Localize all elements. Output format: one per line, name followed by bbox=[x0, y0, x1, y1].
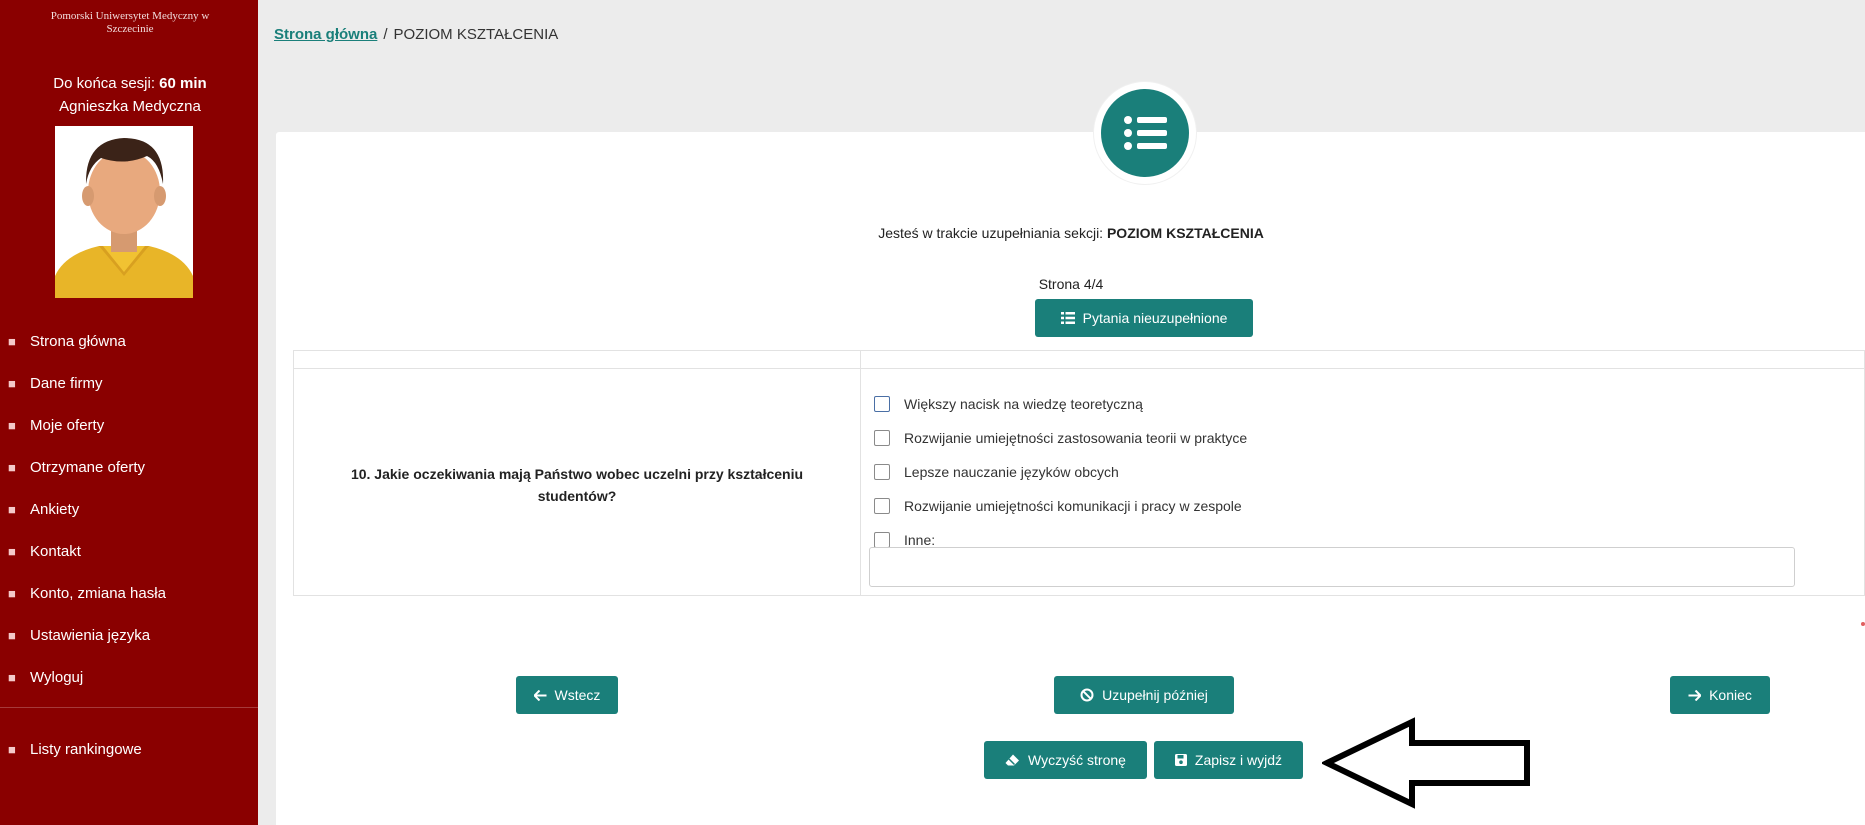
other-answer-input[interactable] bbox=[869, 547, 1795, 587]
offer-icon: ■ bbox=[8, 417, 16, 433]
list-icon bbox=[1101, 89, 1189, 177]
session-timer-label: Do końca sesji: bbox=[53, 75, 155, 92]
sidebar-item-label: Konto, zmiana hasła bbox=[30, 584, 166, 602]
save-exit-label: Zapisz i wyjdź bbox=[1194, 752, 1283, 768]
fill-later-label: Uzupełnij później bbox=[1102, 687, 1208, 703]
option-label: Większy nacisk na wiedzę teoretyczną bbox=[904, 396, 1143, 412]
sidebar-item-label: Listy rankingowe bbox=[30, 740, 142, 758]
checkbox[interactable] bbox=[874, 396, 890, 412]
sidebar-item-company[interactable]: ■ Dane firmy bbox=[0, 362, 258, 404]
required-marker bbox=[1861, 622, 1865, 626]
question-text: 10. Jakie oczekiwania mają Państwo wobec… bbox=[350, 466, 804, 504]
option-theory[interactable]: Większy nacisk na wiedzę teoretyczną bbox=[874, 387, 1247, 421]
breadcrumb-separator: / bbox=[383, 26, 388, 43]
option-communication[interactable]: Rozwijanie umiejętności komunikacji i pr… bbox=[874, 489, 1247, 523]
breadcrumb-home-link[interactable]: Strona główna bbox=[274, 26, 377, 43]
option-label: Lepsze nauczanie języków obcych bbox=[904, 464, 1119, 480]
clear-page-button[interactable]: Wyczyść stronę bbox=[984, 741, 1147, 779]
session-timer: Do końca sesji: 60 min bbox=[20, 72, 240, 95]
section-info: Jesteś w trakcie uzupełniania sekcji: PO… bbox=[276, 225, 1865, 241]
sidebar-item-surveys[interactable]: ■ Ankiety bbox=[0, 488, 258, 530]
option-label: Rozwijanie umiejętności komunikacji i pr… bbox=[904, 498, 1242, 514]
answer-options: Większy nacisk na wiedzę teoretyczną Roz… bbox=[874, 387, 1247, 557]
save-exit-button[interactable]: Zapisz i wyjdź bbox=[1154, 741, 1303, 779]
session-timer-unit: min bbox=[180, 75, 207, 92]
sidebar-divider bbox=[0, 707, 258, 708]
section-intro: Jesteś w trakcie uzupełniania sekcji: bbox=[878, 225, 1104, 241]
sidebar-item-label: Dane firmy bbox=[30, 374, 103, 392]
section-name: POZIOM KSZTAŁCENIA bbox=[1106, 225, 1264, 241]
option-practice[interactable]: Rozwijanie umiejętności zastosowania teo… bbox=[874, 421, 1247, 455]
sidebar-item-label: Ankiety bbox=[30, 500, 80, 518]
option-languages[interactable]: Lepsze nauczanie języków obcych bbox=[874, 455, 1247, 489]
fill-later-button[interactable]: Uzupełnij później bbox=[1054, 676, 1234, 714]
ranking-icon: ■ bbox=[8, 741, 16, 757]
sidebar-item-account[interactable]: ■ Konto, zmiana hasła bbox=[0, 572, 258, 614]
account-icon: ■ bbox=[8, 585, 16, 601]
sidebar-item-contact[interactable]: ■ Kontakt bbox=[0, 530, 258, 572]
back-button[interactable]: Wstecz bbox=[516, 676, 618, 714]
user-name: Agnieszka Medyczna bbox=[59, 98, 201, 115]
checkbox[interactable] bbox=[874, 464, 890, 480]
sidebar: Pomorski Uniwersytet Medyczny w Szczecin… bbox=[0, 0, 258, 825]
checkbox[interactable] bbox=[874, 532, 890, 548]
finish-button[interactable]: Koniec bbox=[1670, 676, 1770, 714]
back-button-label: Wstecz bbox=[554, 687, 601, 703]
inbox-icon: ■ bbox=[8, 459, 16, 475]
ban-icon bbox=[1080, 688, 1094, 702]
sidebar-item-rankings[interactable]: ■ Listy rankingowe bbox=[0, 728, 258, 770]
eraser-icon bbox=[1005, 754, 1020, 766]
question-table: 10. Jakie oczekiwania mają Państwo wobec… bbox=[293, 350, 1865, 596]
checkbox[interactable] bbox=[874, 498, 890, 514]
sidebar-item-label: Strona główna bbox=[30, 332, 126, 350]
clear-page-label: Wyczyść stronę bbox=[1028, 752, 1126, 768]
arrow-left-icon bbox=[533, 689, 547, 701]
table-header-row bbox=[294, 351, 1864, 369]
sidebar-item-label: Kontakt bbox=[30, 542, 81, 560]
sidebar-item-label: Wyloguj bbox=[30, 668, 84, 686]
pointer-arrow-icon bbox=[1322, 717, 1530, 809]
building-icon: ■ bbox=[8, 375, 16, 391]
arrow-right-icon bbox=[1688, 689, 1702, 701]
unanswered-questions-button[interactable]: Pytania nieuzupełnione bbox=[1035, 299, 1253, 337]
sidebar-menu: ■ Strona główna ■ Dane firmy ■ Moje oferty … bbox=[0, 320, 258, 698]
unanswered-questions-label: Pytania nieuzupełnione bbox=[1082, 310, 1228, 326]
session-info: Do końca sesji: 60 min Agnieszka Medyczn… bbox=[20, 72, 240, 118]
logout-icon: ■ bbox=[8, 669, 16, 685]
page-indicator: Strona 4/4 bbox=[1038, 276, 1104, 292]
list-icon bbox=[1060, 312, 1075, 324]
breadcrumb: Strona główna / POZIOM KSZTAŁCENIA bbox=[274, 26, 558, 43]
avatar bbox=[55, 126, 193, 298]
checkbox[interactable] bbox=[874, 430, 890, 446]
finish-button-label: Koniec bbox=[1709, 687, 1752, 703]
session-timer-value: 60 bbox=[159, 75, 176, 92]
sidebar-item-label: Ustawienia języka bbox=[30, 626, 151, 644]
language-icon: ■ bbox=[8, 627, 16, 643]
table-column-divider bbox=[860, 351, 861, 595]
sidebar-item-label: Moje oferty bbox=[30, 416, 105, 434]
sidebar-item-label: Otrzymane oferty bbox=[30, 458, 146, 476]
sidebar-item-received-offers[interactable]: ■ Otrzymane oferty bbox=[0, 446, 258, 488]
sidebar-item-logout[interactable]: ■ Wyloguj bbox=[0, 656, 258, 698]
option-label: Rozwijanie umiejętności zastosowania teo… bbox=[904, 430, 1248, 446]
sidebar-item-my-offers[interactable]: ■ Moje oferty bbox=[0, 404, 258, 446]
contact-icon: ■ bbox=[8, 543, 16, 559]
breadcrumb-current: POZIOM KSZTAŁCENIA bbox=[393, 26, 559, 43]
sidebar-extra-menu: ■ Listy rankingowe bbox=[0, 728, 258, 770]
option-label: Inne: bbox=[904, 532, 936, 548]
university-name: Pomorski Uniwersytet Medyczny w Szczecin… bbox=[50, 10, 210, 35]
sidebar-item-language[interactable]: ■ Ustawienia języka bbox=[0, 614, 258, 656]
home-icon: ■ bbox=[8, 333, 16, 349]
section-badge bbox=[1094, 82, 1196, 184]
save-icon bbox=[1174, 754, 1187, 766]
sidebar-item-home[interactable]: ■ Strona główna bbox=[0, 320, 258, 362]
avatar-image bbox=[55, 126, 193, 298]
survey-icon: ■ bbox=[8, 501, 16, 517]
